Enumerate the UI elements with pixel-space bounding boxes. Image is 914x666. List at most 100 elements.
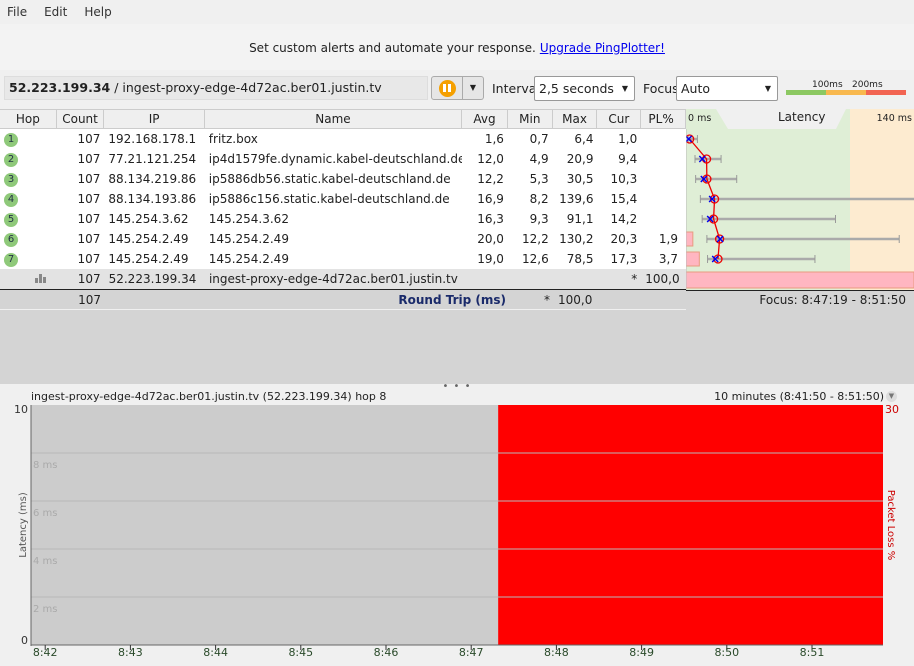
cell-ip: 88.134.219.86 [108,172,197,186]
menu-edit[interactable]: Edit [44,5,67,19]
hop-number: 5 [4,213,18,227]
cell-ip: 192.168.178.1 [108,132,197,146]
pause-dropdown-button[interactable]: ▼ [463,76,484,100]
cell-avg: 20,0 [477,232,504,246]
cell-pl: 1,9 [658,232,679,246]
rt-pl: 100,0 [558,292,593,307]
cell-name: ip5886c156.static.kabel-deutschland.de [208,192,450,206]
latency-graph: 0 ms Latency 140 ms [686,109,914,290]
cell-max: 139,6 [559,192,594,206]
target-field[interactable]: 52.223.199.34 / ingest-proxy-edge-4d72ac… [4,76,428,100]
cell-hop: 2 [0,151,57,167]
x-tick-label: 8:45 [288,646,313,659]
chevron-down-icon: ▼ [469,83,477,92]
cell-cur: 9,4 [618,152,638,166]
cell-cur: 20,3 [610,232,638,246]
hop-row[interactable]: 3 107 88.134.219.86 ip5886db56.static.kabel… [0,169,686,189]
upgrade-banner: Set custom alerts and automate your resp… [0,24,914,70]
col-cur[interactable]: Cur [597,109,642,129]
cell-hop: 1 [0,131,57,147]
x-tick-label: 8:47 [459,646,484,659]
menu-file[interactable]: File [7,5,27,19]
destination-row[interactable]: 107 52.223.199.34 ingest-proxy-edge-4d72… [0,269,686,289]
cell-avg: 12,2 [477,172,504,186]
cell-hop: 3 [0,171,57,187]
cell-count: 107 [77,272,101,286]
col-avg[interactable]: Avg [462,109,508,129]
cell-count: 107 [77,132,101,146]
col-max[interactable]: Max [553,109,598,129]
hop-number: 1 [4,133,18,147]
interval-value: 2,5 seconds [539,81,614,96]
x-tick-label: 8:48 [544,646,569,659]
packet-loss-bar [686,251,700,267]
cell-ip: 52.223.199.34 [108,272,197,286]
cell-avg: 1,6 [484,132,504,146]
cell-max: 20,9 [566,152,594,166]
cell-min: 12,6 [521,252,549,266]
cell-cur: 15,4 [610,192,638,206]
cell-name: ingest-proxy-edge-4d72ac.ber01.justin.tv [208,272,458,286]
focus-label: Focus [643,81,679,96]
y-tick-label: 2 ms [33,604,58,615]
hop-row[interactable]: 7 107 145.254.2.49 145.254.2.49 19,0 12,6 78,5… [0,249,686,269]
hop-row[interactable]: 5 107 145.254.3.62 145.254.3.62 16,3 9,3 91,1 1… [0,209,686,229]
x-tick-label: 8:44 [203,646,228,659]
cell-ip: 145.254.2.49 [108,232,189,246]
focus-value: Auto [681,81,711,96]
cell-min: 0,7 [529,132,549,146]
col-hop[interactable]: Hop [0,109,57,129]
rt-cur: * [544,292,550,307]
cell-name: 145.254.2.49 [208,252,289,266]
cell-min: 12,2 [521,232,549,246]
hop-number: 2 [4,153,18,167]
cell-cur: * [631,272,638,286]
cell-cur: 17,3 [610,252,638,266]
cell-min: 8,2 [529,192,549,206]
x-tick-label: 8:43 [118,646,143,659]
cell-count: 107 [77,212,101,226]
col-ip[interactable]: IP [104,109,205,129]
table-header: Hop Count IP Name Avg Min Max Cur PL% [0,109,686,129]
cell-name: fritz.box [208,132,258,146]
hop-number: 6 [4,233,18,247]
cell-avg: 16,9 [477,192,504,206]
cell-max: 30,5 [566,172,594,186]
cell-hop: 7 [0,251,57,267]
cell-ip: 88.134.193.86 [108,192,197,206]
hop-row[interactable]: 1 107 192.168.178.1 fritz.box 1,6 0,7 6,4 1,0 [0,129,686,149]
cell-ip: 145.254.2.49 [108,252,189,266]
chevron-down-icon: ▼ [764,84,771,93]
hop-row[interactable]: 2 107 77.21.121.254 ip4d1579fe.dynamic.kabe… [0,149,686,169]
y-tick-label: 6 ms [33,508,58,519]
cell-ip: 145.254.3.62 [108,212,189,226]
cell-name: 145.254.3.62 [208,212,289,226]
menu-help[interactable]: Help [84,5,111,19]
pause-button[interactable] [431,76,463,100]
y-tick-label: 10 [14,403,28,416]
col-pl[interactable]: PL% [641,109,686,129]
cell-min: 9,3 [529,212,549,226]
round-trip-row: 107 Round Trip (ms) * 100,0 [0,289,686,309]
x-tick-label: 8:49 [629,646,654,659]
target-host: ingest-proxy-edge-4d72ac.ber01.justin.tv [122,80,382,95]
upgrade-link[interactable]: Upgrade PingPlotter! [540,41,665,55]
col-name[interactable]: Name [205,109,463,129]
focus-select[interactable]: Auto ▼ [676,76,778,101]
table-empty-area [0,310,914,384]
interval-select[interactable]: 2,5 seconds ▼ [534,76,635,101]
cell-pl: 3,7 [658,252,679,266]
x-tick-label: 8:42 [33,646,58,659]
hop-row[interactable]: 6 107 145.254.2.49 145.254.2.49 20,0 12,2 130,… [0,229,686,249]
cell-max: 91,1 [566,212,594,226]
hop-row[interactable]: 4 107 88.134.193.86 ip5886c156.static.kabel… [0,189,686,209]
cell-pl: 100,0 [645,272,680,286]
col-min[interactable]: Min [508,109,553,129]
cell-name: ip4d1579fe.dynamic.kabel-deutschland.de [208,152,463,166]
y-tick-label: 0 [21,634,28,647]
pause-icon [438,79,456,97]
cell-count: 107 [77,232,101,246]
col-count[interactable]: Count [57,109,105,129]
cell-count: 107 [77,172,101,186]
cell-min: 5,3 [529,172,549,186]
